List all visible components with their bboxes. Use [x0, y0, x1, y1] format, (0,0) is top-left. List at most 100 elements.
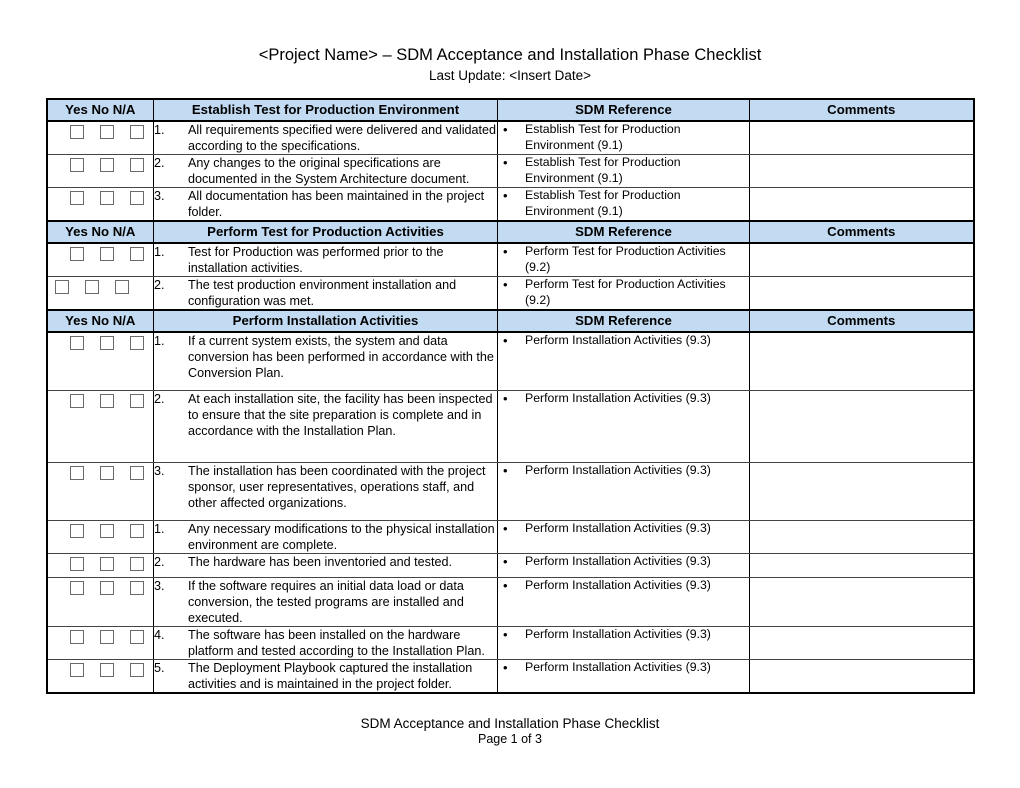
comments-cell[interactable] — [749, 576, 974, 627]
checkbox-n-a[interactable] — [130, 247, 145, 261]
item-line: 3. All documentation has been maintained … — [154, 188, 497, 220]
bullet-icon: • — [503, 333, 508, 348]
item-text: The software has been installed on the h… — [188, 627, 485, 658]
checkbox-yes[interactable] — [70, 556, 85, 571]
checkbox-yes[interactable] — [70, 125, 85, 139]
reference-cell: • Perform Installation Activities (9.3) — [497, 461, 750, 521]
comments-cell[interactable] — [749, 658, 974, 693]
section-title: Perform Test for Production Activities — [153, 220, 498, 244]
footer-title: SDM Acceptance and Installation Phase Ch… — [360, 716, 660, 731]
checkbox-yes[interactable] — [70, 191, 85, 205]
checkbox-no[interactable] — [100, 580, 115, 595]
checkbox-yes[interactable] — [70, 336, 85, 350]
comments-cell[interactable] — [749, 242, 974, 277]
reference-text: Perform Installation Activities (9.3) — [525, 462, 711, 477]
item-number: 1. — [154, 521, 165, 536]
item-number: 4. — [154, 627, 165, 642]
section-comments-header: Comments — [749, 220, 974, 244]
comments-cell[interactable] — [749, 187, 974, 222]
comments-cell[interactable] — [749, 331, 974, 391]
checkbox-group — [48, 122, 154, 142]
checkbox-cell — [46, 331, 154, 391]
item-cell: 1. Test for Production was performed prio… — [153, 242, 498, 277]
item-number: 1. — [154, 123, 165, 137]
checkbox-yes[interactable] — [70, 629, 85, 644]
reference-text: Perform Installation Activities (9.3) — [525, 659, 711, 674]
checkbox-no[interactable] — [100, 629, 115, 644]
item-cell: 3. If the software requires an initial da… — [153, 576, 498, 627]
table-row: 3. The installation has been coordinated … — [46, 461, 974, 521]
reference-cell: • Perform Test for Production Activities … — [497, 242, 750, 277]
checkbox-n-a[interactable] — [130, 393, 145, 408]
checkbox-n-a[interactable] — [130, 523, 145, 538]
checkbox-no[interactable] — [100, 125, 115, 139]
checkbox-n-a[interactable] — [130, 158, 145, 172]
reference-line: • Establish Test for Production Environme… — [498, 188, 749, 219]
checkbox-no[interactable] — [100, 556, 115, 571]
checkbox-group — [48, 333, 154, 353]
checkbox-n-a[interactable] — [115, 280, 130, 294]
checkbox-yes[interactable] — [70, 662, 85, 677]
checkbox-yes[interactable] — [70, 158, 85, 172]
bullet-icon: • — [503, 553, 508, 569]
checkbox-no[interactable] — [100, 523, 115, 538]
bullet-icon: • — [503, 244, 508, 259]
reference-cell: • Establish Test for Production Environme… — [497, 187, 750, 222]
checkbox-n-a[interactable] — [130, 465, 145, 480]
section-comments-header: Comments — [749, 98, 974, 122]
bullet-icon: • — [503, 390, 508, 406]
table-row: 4. The software has been installed on the… — [46, 625, 974, 660]
comments-cell[interactable] — [749, 120, 974, 155]
checkbox-no[interactable] — [85, 280, 100, 294]
checkbox-yes[interactable] — [70, 465, 85, 480]
comments-cell[interactable] — [749, 625, 974, 660]
checkbox-n-a[interactable] — [130, 580, 145, 595]
checkbox-no[interactable] — [100, 465, 115, 480]
item-number: 1. — [154, 245, 165, 259]
reference-line: • Establish Test for Production Environme… — [498, 122, 749, 153]
item-line: 2. The test production environment instal… — [154, 277, 497, 309]
checkbox-group — [48, 188, 154, 208]
checkbox-yes[interactable] — [70, 580, 85, 595]
comments-cell[interactable] — [749, 519, 974, 554]
checkbox-yes[interactable] — [70, 393, 85, 408]
reference-text: Perform Installation Activities (9.3) — [525, 553, 711, 568]
checkbox-cell — [46, 276, 154, 311]
item-line: 1. Any necessary modifications to the phy… — [154, 521, 497, 553]
comments-cell[interactable] — [749, 276, 974, 311]
checkbox-no[interactable] — [100, 393, 115, 408]
checkbox-group — [48, 155, 154, 175]
item-text: The installation has been coordinated wi… — [188, 463, 486, 510]
reference-line: • Perform Installation Activities (9.3) — [498, 333, 749, 349]
checkbox-yes[interactable] — [70, 523, 85, 538]
reference-line: • Perform Installation Activities (9.3) — [498, 627, 749, 643]
reference-line: • Perform Installation Activities (9.3) — [498, 554, 749, 570]
section-checkbox-header: Yes No N/A — [46, 309, 154, 333]
table-row: 2. At each installation site, the facilit… — [46, 389, 974, 463]
checkbox-n-a[interactable] — [130, 629, 145, 644]
checkbox-n-a[interactable] — [130, 662, 145, 677]
checkbox-n-a[interactable] — [130, 125, 145, 139]
item-text: Test for Production was performed prior … — [188, 245, 444, 275]
checkbox-cell — [46, 519, 154, 554]
comments-cell[interactable] — [749, 389, 974, 463]
table-row: 1. Any necessary modifications to the phy… — [46, 519, 974, 554]
checkbox-no[interactable] — [100, 662, 115, 677]
checkbox-no[interactable] — [100, 336, 115, 350]
checkbox-no[interactable] — [100, 191, 115, 205]
checkbox-n-a[interactable] — [130, 191, 145, 205]
comments-cell[interactable] — [749, 552, 974, 578]
item-number: 3. — [154, 189, 165, 203]
checkbox-cell — [46, 187, 154, 222]
comments-cell[interactable] — [749, 461, 974, 521]
checkbox-n-a[interactable] — [130, 336, 145, 350]
checkbox-yes[interactable] — [70, 247, 85, 261]
checkbox-n-a[interactable] — [130, 556, 145, 571]
table-row: 1. If a current system exists, the system… — [46, 331, 974, 391]
item-line: 1. If a current system exists, the system… — [154, 333, 497, 381]
comments-cell[interactable] — [749, 154, 974, 188]
reference-text: Perform Installation Activities (9.3) — [525, 333, 711, 347]
checkbox-no[interactable] — [100, 247, 115, 261]
checkbox-yes[interactable] — [55, 280, 70, 294]
checkbox-no[interactable] — [100, 158, 115, 172]
